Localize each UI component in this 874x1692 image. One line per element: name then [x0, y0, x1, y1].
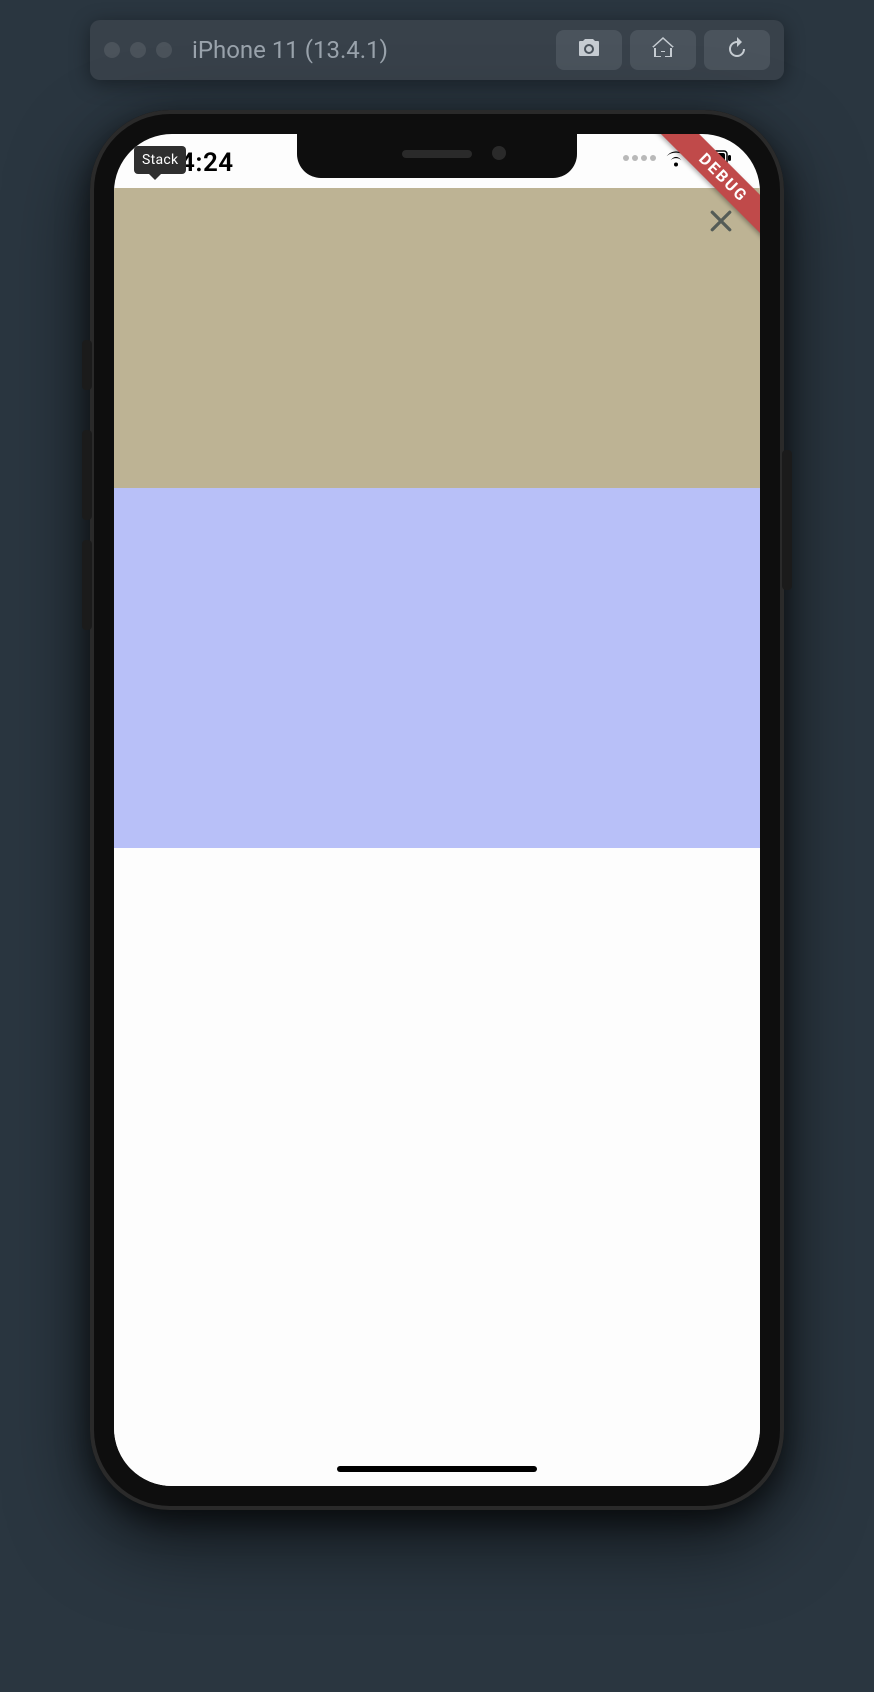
- top-panel: [114, 188, 760, 488]
- middle-panel: [114, 488, 760, 848]
- window-close-dot[interactable]: [104, 42, 120, 58]
- toolbar: [556, 30, 770, 70]
- power-button[interactable]: [782, 450, 792, 590]
- rotate-icon: [725, 36, 749, 64]
- notch: [297, 134, 577, 178]
- status-time: 4:24: [180, 148, 234, 178]
- window-title: iPhone 11 (13.4.1): [182, 36, 546, 64]
- window-controls: [104, 42, 172, 58]
- rotate-button[interactable]: [704, 30, 770, 70]
- device-screen: Stack 4:24 DEBUG: [114, 134, 760, 1486]
- camera-icon: [577, 36, 601, 64]
- close-icon: [706, 206, 736, 240]
- home-button[interactable]: [630, 30, 696, 70]
- app-body: [114, 188, 760, 1486]
- screenshot-button[interactable]: [556, 30, 622, 70]
- window-zoom-dot[interactable]: [156, 42, 172, 58]
- close-button[interactable]: [702, 204, 740, 242]
- home-indicator[interactable]: [337, 1466, 537, 1472]
- simulator-titlebar: iPhone 11 (13.4.1): [90, 20, 784, 80]
- device-frame: Stack 4:24 DEBUG: [90, 110, 784, 1510]
- window-minimize-dot[interactable]: [130, 42, 146, 58]
- volume-up-button[interactable]: [82, 430, 92, 520]
- stack-tooltip: Stack: [134, 146, 186, 174]
- mute-switch[interactable]: [82, 340, 92, 390]
- home-icon: [651, 36, 675, 64]
- bottom-panel: [114, 848, 760, 1486]
- cellular-signal-icon: [623, 155, 656, 161]
- volume-down-button[interactable]: [82, 540, 92, 630]
